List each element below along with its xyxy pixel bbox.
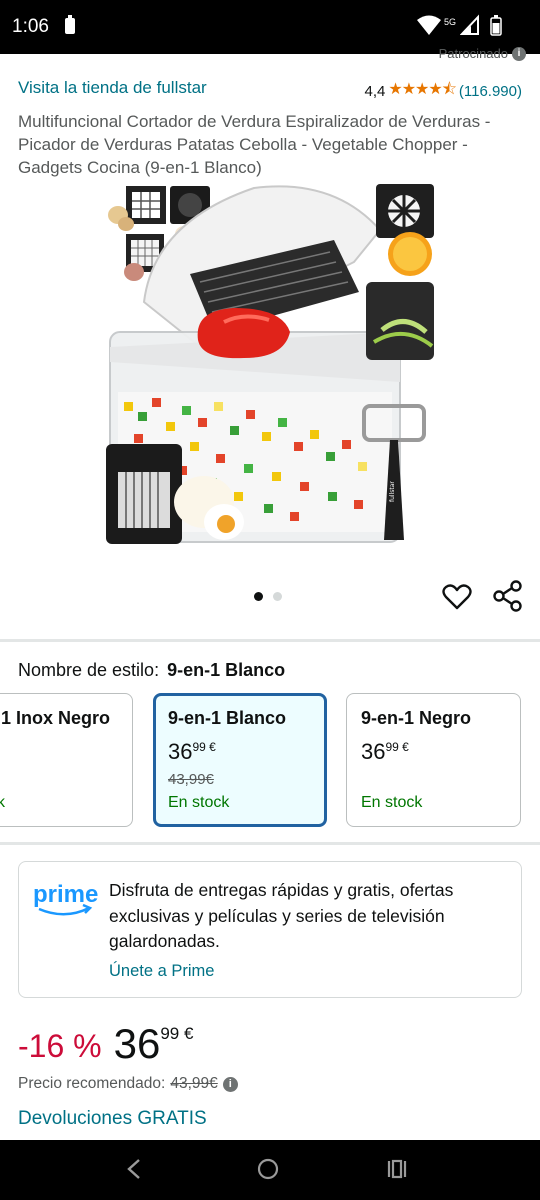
prime-banner[interactable]: prime Disfruta de entregas rápidas y gra… (18, 861, 522, 998)
brand-mark: fullstar (389, 481, 396, 502)
sponsored-label[interactable]: Patrocinado i (439, 46, 526, 61)
rating-value: 4,4 (364, 83, 386, 100)
signal-icon (459, 14, 480, 41)
price-decimal: 99 € (160, 1024, 194, 1043)
style-option-inox-negro[interactable]: 1 Inox Negro ck (0, 693, 133, 827)
divider (0, 639, 540, 642)
style-option-name: 9-en-1 Blanco (168, 708, 287, 728)
review-count[interactable]: (116.990) (459, 83, 522, 100)
price-integer: 36 (113, 1020, 161, 1067)
system-nav-bar (0, 1140, 540, 1200)
battery-icon (490, 14, 502, 41)
prime-description: Disfruta de entregas rápidas y gratis, o… (109, 880, 454, 951)
join-prime-link[interactable]: Únete a Prime (109, 962, 214, 981)
home-icon[interactable] (256, 1157, 280, 1186)
stock-status: En stock (168, 794, 230, 811)
back-icon[interactable] (124, 1157, 144, 1186)
carousel-dot[interactable] (254, 592, 263, 601)
stock-status: En stock (361, 794, 423, 811)
product-title: Multifuncional Cortador de Verdura Espir… (18, 112, 491, 177)
price-block: -16 % 36 99 € (18, 1018, 193, 1068)
style-option-name: 1 Inox Negro (1, 708, 111, 728)
discount-badge: -16 % (18, 1028, 102, 1064)
style-option-price: 3699 € (168, 739, 216, 764)
recommended-price: Precio recomendado: 43,99€ i (18, 1075, 238, 1093)
svg-text:prime: prime (33, 881, 98, 908)
recommended-price-value: 43,99€ (170, 1075, 218, 1092)
style-option-blanco[interactable]: 9-en-1 Blanco 3699 € 43,99€ En stock (153, 693, 327, 827)
divider (0, 842, 540, 845)
share-icon[interactable] (492, 580, 524, 612)
info-icon[interactable]: i (222, 1076, 238, 1092)
clock: 1:06 (12, 16, 49, 37)
info-icon: i (512, 46, 526, 61)
notification-icon (64, 14, 76, 41)
selected-style: 9-en-1 Blanco (167, 660, 286, 680)
style-option-negro[interactable]: 9-en-1 Negro 3699 € En stock (346, 693, 521, 827)
style-option-old-price: 43,99€ (168, 771, 214, 788)
star-rating-icon: ★★★★⯪ (388, 81, 457, 98)
style-option-price: 3699 € (361, 739, 409, 764)
truncated-text-row (18, 1133, 522, 1140)
stock-status: ck (0, 794, 5, 811)
free-returns-link[interactable]: Devoluciones GRATIS (18, 1108, 207, 1130)
image-carousel-dots[interactable] (254, 592, 282, 601)
heart-icon[interactable] (442, 582, 472, 612)
product-image[interactable]: fullstar (104, 182, 440, 547)
network-type: 5G (444, 17, 457, 27)
rating[interactable]: 4,4 ★★★★⯪ (116.990) (365, 78, 523, 105)
wifi-icon (416, 14, 442, 41)
store-link[interactable]: Visita la tienda de fullstar (18, 78, 207, 98)
recents-icon[interactable] (386, 1157, 408, 1186)
style-label: Nombre de estilo: 9-en-1 Blanco (18, 660, 286, 680)
prime-logo-icon: prime (33, 878, 103, 918)
style-option-name: 9-en-1 Negro (361, 708, 472, 728)
carousel-dot[interactable] (273, 592, 282, 601)
